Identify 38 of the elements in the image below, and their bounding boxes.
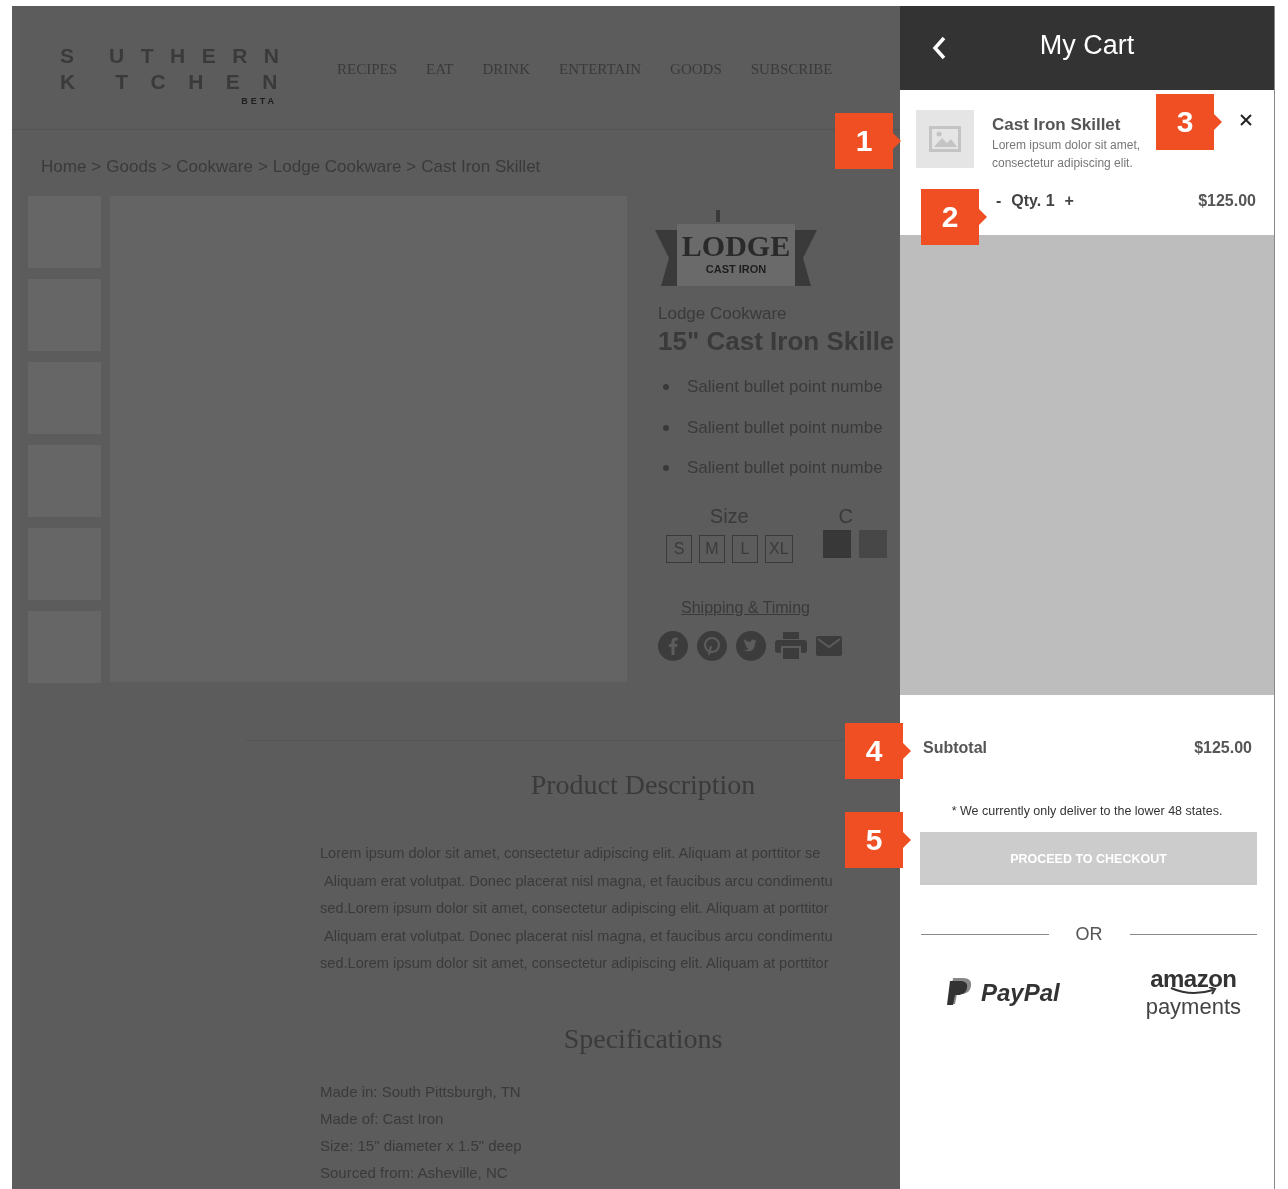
color-swatch[interactable] <box>822 529 851 558</box>
callout-marker: 3 <box>1156 94 1222 150</box>
item-description: Lorem ipsum dolor sit amet, consectetur adipiscing elit. <box>992 137 1142 172</box>
callout-marker: 4 <box>845 723 911 779</box>
bullet-dot <box>663 465 669 472</box>
facebook-icon[interactable] <box>658 630 688 661</box>
delivery-note: * We currently only deliver to the lower 48 states. <box>951 804 1223 818</box>
amazon-logo-text[interactable]: amazon <box>1150 967 1237 991</box>
or-text: OR <box>1075 924 1103 945</box>
bullet-dot <box>663 384 669 391</box>
close-icon[interactable] <box>1240 114 1252 126</box>
cart-title: My Cart <box>1039 30 1135 60</box>
breadcrumb-separator: > <box>257 157 268 178</box>
callout-marker: 5 <box>845 812 911 868</box>
bullet-dot <box>663 424 669 431</box>
mail-icon[interactable] <box>816 635 842 656</box>
breadcrumb-separator: > <box>91 157 102 178</box>
image-icon <box>929 126 961 152</box>
beta-label: BETA <box>241 96 277 106</box>
callout-marker: 2 <box>921 189 987 245</box>
breadcrumb-separator: > <box>406 157 417 178</box>
quantity-text: Qty. 1 <box>1011 192 1055 210</box>
pinterest-icon[interactable] <box>697 630 727 661</box>
back-icon[interactable] <box>932 36 946 60</box>
smile-arrow-icon <box>1170 987 1219 995</box>
breadcrumb-separator: > <box>161 157 172 178</box>
subtotal-label: Subtotal <box>923 739 987 757</box>
paypal-logo-text[interactable]: PayPal <box>980 979 1060 1007</box>
amazon-logo-text[interactable]: payments <box>1145 995 1242 1019</box>
callout-marker: 1 <box>835 113 901 169</box>
twitter-icon[interactable] <box>736 630 766 661</box>
paypal-icon[interactable] <box>946 978 973 1008</box>
print-icon[interactable] <box>775 631 807 660</box>
increment-button[interactable]: + <box>1060 192 1078 210</box>
decrement-button[interactable]: - <box>992 192 1006 210</box>
item-name: Cast Iron Skillet <box>992 115 1122 135</box>
subtotal-amount: $125.00 <box>1194 739 1252 757</box>
item-price: $125.00 <box>1198 192 1256 210</box>
